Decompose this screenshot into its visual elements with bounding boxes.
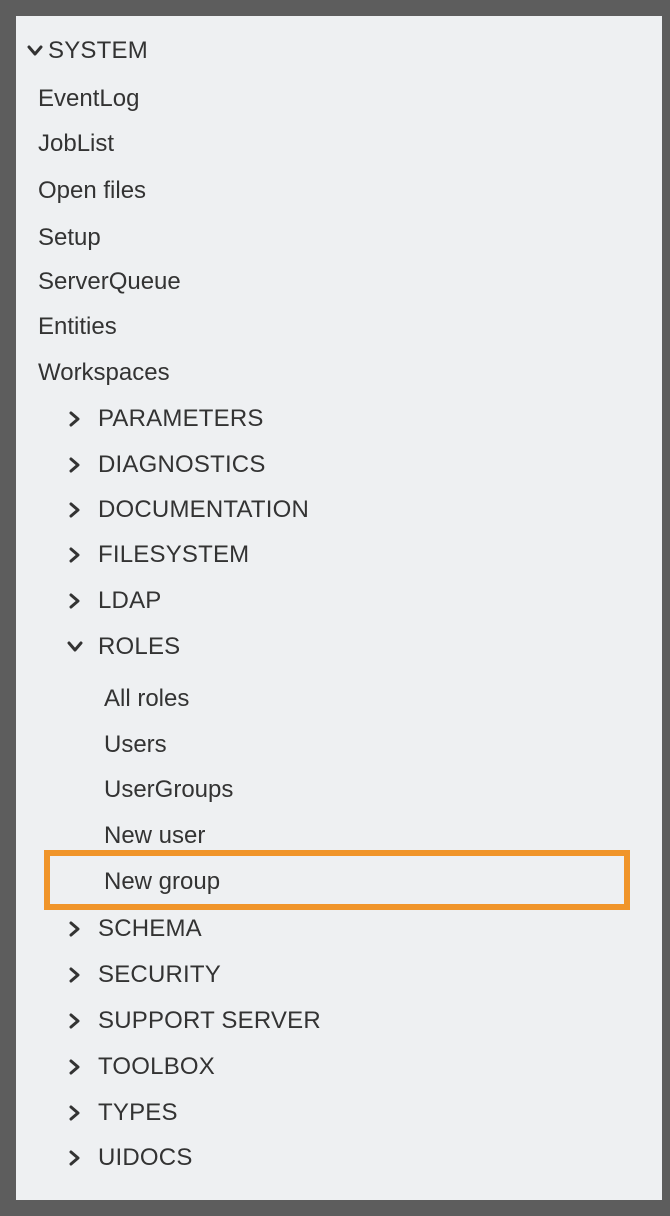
tree-item-workspaces[interactable]: Workspaces (38, 356, 170, 390)
chevron-right-icon[interactable] (66, 493, 88, 527)
tree-folder-label: DIAGNOSTICS (98, 451, 266, 478)
tree-item-entities[interactable]: Entities (38, 310, 117, 344)
tree-folder-label: TOOLBOX (98, 1053, 215, 1080)
chevron-down-icon[interactable] (66, 630, 88, 664)
tree-item-new-user[interactable]: New user (104, 819, 205, 853)
tree-item-open-files[interactable]: Open files (38, 174, 146, 208)
chevron-right-icon[interactable] (66, 584, 88, 618)
chevron-right-icon[interactable] (66, 402, 88, 436)
screenshot-frame: SYSTEM EventLog JobList Open files Setup… (0, 0, 670, 1216)
tree-folder-label: SCHEMA (98, 915, 202, 942)
tree-folder-label: PARAMETERS (98, 405, 264, 432)
tree-folder-label: LDAP (98, 587, 162, 614)
chevron-right-icon[interactable] (66, 958, 88, 992)
navigation-tree: SYSTEM EventLog JobList Open files Setup… (16, 16, 662, 1200)
chevron-right-icon[interactable] (66, 538, 88, 572)
tree-folder-label: SUPPORT SERVER (98, 1007, 321, 1034)
tree-item-usergroups[interactable]: UserGroups (104, 773, 233, 807)
tree-item-eventlog[interactable]: EventLog (38, 82, 139, 116)
tree-folder-label: DOCUMENTATION (98, 496, 310, 523)
tree-item-users[interactable]: Users (104, 728, 167, 762)
chevron-right-icon[interactable] (66, 1004, 88, 1038)
tree-item-serverqueue[interactable]: ServerQueue (38, 265, 181, 299)
tree-folder-label: FILESYSTEM (98, 541, 250, 568)
chevron-down-icon[interactable] (26, 34, 48, 68)
tree-item-setup[interactable]: Setup (38, 221, 101, 255)
tree-folder-label: SYSTEM (48, 37, 148, 64)
tree-folder-label: ROLES (98, 633, 181, 660)
tree-folder-label: UIDOCS (98, 1144, 193, 1171)
chevron-right-icon[interactable] (66, 1141, 88, 1175)
chevron-right-icon[interactable] (66, 912, 88, 946)
chevron-right-icon[interactable] (66, 1050, 88, 1084)
tree-folder-label: SECURITY (98, 961, 221, 988)
chevron-right-icon[interactable] (66, 448, 88, 482)
chevron-right-icon[interactable] (66, 1096, 88, 1130)
tree-item-new-group[interactable]: New group (104, 865, 220, 899)
tree-item-joblist[interactable]: JobList (38, 127, 114, 161)
tree-folder-label: TYPES (98, 1099, 178, 1126)
tree-item-all-roles[interactable]: All roles (104, 682, 189, 716)
